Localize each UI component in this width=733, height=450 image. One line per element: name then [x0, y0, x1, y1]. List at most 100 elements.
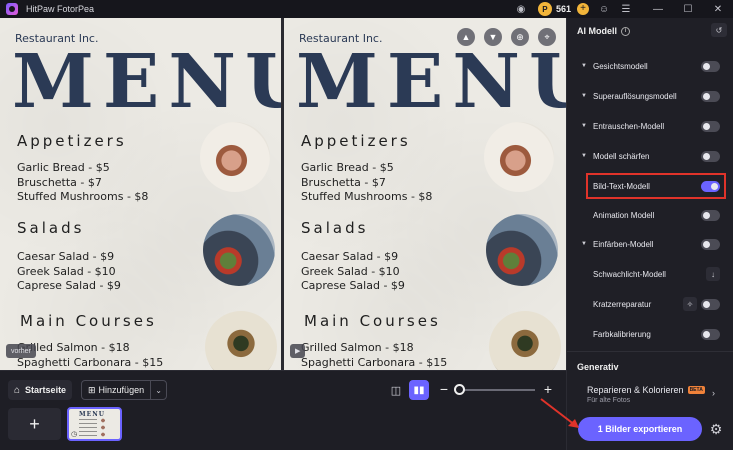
option-kratzerreparatur[interactable]: Kratzerreparatur ✧ [567, 294, 733, 314]
preview-canvas: Restaurant Inc. MENU Appetizers Garlic B… [0, 18, 566, 370]
toggle-switch[interactable] [701, 90, 720, 102]
food-photo [200, 122, 270, 192]
expand-arrow-icon[interactable]: ▼ [581, 63, 587, 69]
option-label: Entrauschen-Modell [593, 121, 665, 131]
section-title: Appetizers [17, 132, 127, 150]
download-icon[interactable]: ↓ [706, 267, 720, 281]
menu-item: Caprese Salad - $9 [301, 279, 405, 292]
option-einfaerben[interactable]: ▼ Einfärben-Modell [567, 234, 733, 254]
thumbnail-images [100, 417, 106, 437]
option-schwachlicht[interactable]: Schwachlicht-Modell ↓ [567, 264, 733, 284]
option-label: Farbkalibrierung [593, 329, 651, 339]
menu-icon[interactable]: ☰ [619, 2, 633, 16]
food-photo [486, 214, 558, 286]
add-button[interactable]: ⊞ Hinzufügen [82, 381, 150, 399]
highlight-box [586, 173, 726, 199]
menu-item: Bruschetta - $7 [301, 176, 386, 189]
expand-arrow-icon[interactable]: ▼ [581, 241, 587, 247]
home-button[interactable]: ⌂ Startseite [8, 380, 73, 400]
clock-icon: ◷ [71, 431, 78, 438]
menu-item: Garlic Bread - $5 [301, 161, 394, 174]
toggle-switch[interactable] [701, 328, 720, 340]
menu-item: Greek Salad - $10 [301, 265, 400, 278]
preview-toolbar: ▲ ▼ ⊕ ⌖ [448, 28, 556, 46]
menu-title: MENU [12, 39, 281, 125]
thumbs-up-icon[interactable]: ▲ [457, 28, 475, 46]
option-schaerfen[interactable]: ▼ Modell schärfen [567, 146, 733, 166]
section-title: Main Courses [20, 312, 157, 330]
menu-item: Spaghetti Carbonara - $15 [17, 356, 164, 369]
credits-count: 561 [555, 4, 571, 14]
expand-arrow-icon[interactable]: ▼ [581, 93, 587, 99]
option-label: Einfärben-Modell [593, 239, 654, 249]
food-photo [203, 214, 275, 286]
section-title: Salads [301, 219, 369, 237]
plus-icon: ⊞ [88, 384, 96, 395]
user-icon[interactable]: ☺ [597, 2, 611, 16]
export-button[interactable]: 1 Bilder exportieren [578, 417, 702, 441]
app-logo-icon [6, 3, 18, 15]
magic-wand-icon[interactable]: ✧ [683, 297, 697, 311]
zoom-icon[interactable]: ⊕ [511, 28, 529, 46]
option-label: Kratzerreparatur [593, 299, 652, 309]
zoom-in-button[interactable]: + [541, 381, 555, 397]
chevron-right-icon[interactable]: › [712, 388, 715, 398]
option-label: Gesichtsmodell [593, 61, 648, 71]
section-title: Appetizers [301, 132, 411, 150]
panel-divider [567, 351, 733, 352]
info-icon[interactable]: i [621, 26, 630, 36]
toggle-switch[interactable] [701, 298, 720, 310]
repair-label: Reparieren & Kolorieren [587, 385, 684, 395]
maximize-button[interactable]: ☐ [673, 0, 703, 18]
title-bar: HitPaw FotorPea ◉ P 561 + ☺ ☰ — ☐ ✕ [0, 0, 733, 18]
home-icon: ⌂ [14, 384, 21, 396]
zoom-out-button[interactable]: − [437, 381, 451, 397]
expand-arrow-icon[interactable]: ▼ [581, 153, 587, 159]
add-credits-icon[interactable]: + [577, 3, 589, 15]
menu-item: Bruschetta - $7 [17, 176, 102, 189]
add-dropdown-chevron-icon[interactable]: ⌄ [150, 381, 166, 399]
after-tag-icon: ▶ [290, 344, 306, 358]
toggle-switch[interactable] [701, 209, 720, 221]
menu-item: Stuffed Mushrooms - $8 [301, 190, 433, 203]
app-window: HitPaw FotorPea ◉ P 561 + ☺ ☰ — ☐ ✕ Rest… [0, 0, 733, 450]
option-superaufloesung[interactable]: ▼ Superauflösungsmodell [567, 86, 733, 106]
minimize-button[interactable]: — [643, 0, 673, 18]
food-photo [205, 311, 277, 370]
bottom-bar: ⌂ Startseite ⊞ Hinzufügen ⌄ ◫ ▮▮ − + + M… [0, 370, 566, 450]
zoom-slider[interactable] [455, 389, 535, 391]
menu-item: Greek Salad - $10 [17, 265, 116, 278]
toggle-switch[interactable] [701, 238, 720, 250]
thumbs-down-icon[interactable]: ▼ [484, 28, 502, 46]
section-title: Main Courses [304, 312, 441, 330]
toggle-switch[interactable] [701, 150, 720, 162]
split-view-button[interactable]: ▮▮ [409, 380, 429, 400]
option-gesichtsmodell[interactable]: ▼ Gesichtsmodell [567, 56, 733, 76]
generative-header: Generativ [577, 362, 619, 372]
reset-icon[interactable]: ↺ [711, 23, 727, 37]
crop-icon[interactable]: ⌖ [538, 28, 556, 46]
gear-icon[interactable]: ⚙ [707, 420, 725, 438]
beta-badge: BETA [687, 386, 705, 394]
ai-model-panel: AI Modell i ↺ ▼ Gesichtsmodell ▼ Superau… [566, 18, 733, 450]
option-farbkalibrierung[interactable]: Farbkalibrierung [567, 324, 733, 344]
toggle-switch[interactable] [701, 60, 720, 72]
menu-item: Spaghetti Carbonara - $15 [301, 356, 448, 369]
discord-icon[interactable]: ◉ [514, 2, 528, 16]
option-entrauschen[interactable]: ▼ Entrauschen-Modell [567, 116, 733, 136]
option-animation[interactable]: Animation Modell [567, 205, 733, 225]
add-image-tile[interactable]: + [8, 408, 61, 440]
expand-arrow-icon[interactable]: ▼ [581, 123, 587, 129]
food-photo [489, 311, 561, 370]
thumbnail-content [79, 419, 97, 437]
image-thumbnail[interactable]: MENU ◷ [67, 407, 122, 441]
single-view-icon[interactable]: ◫ [388, 382, 404, 398]
zoom-slider-handle[interactable] [454, 384, 465, 395]
menu-title: MENU [296, 39, 566, 125]
coin-icon: P [537, 2, 552, 16]
option-label: Superauflösungsmodell [593, 91, 677, 101]
section-title: Salads [17, 219, 85, 237]
repair-colorize-option[interactable]: Reparieren & Kolorieren BETA [587, 385, 705, 395]
close-button[interactable]: ✕ [703, 0, 733, 18]
toggle-switch[interactable] [701, 120, 720, 132]
